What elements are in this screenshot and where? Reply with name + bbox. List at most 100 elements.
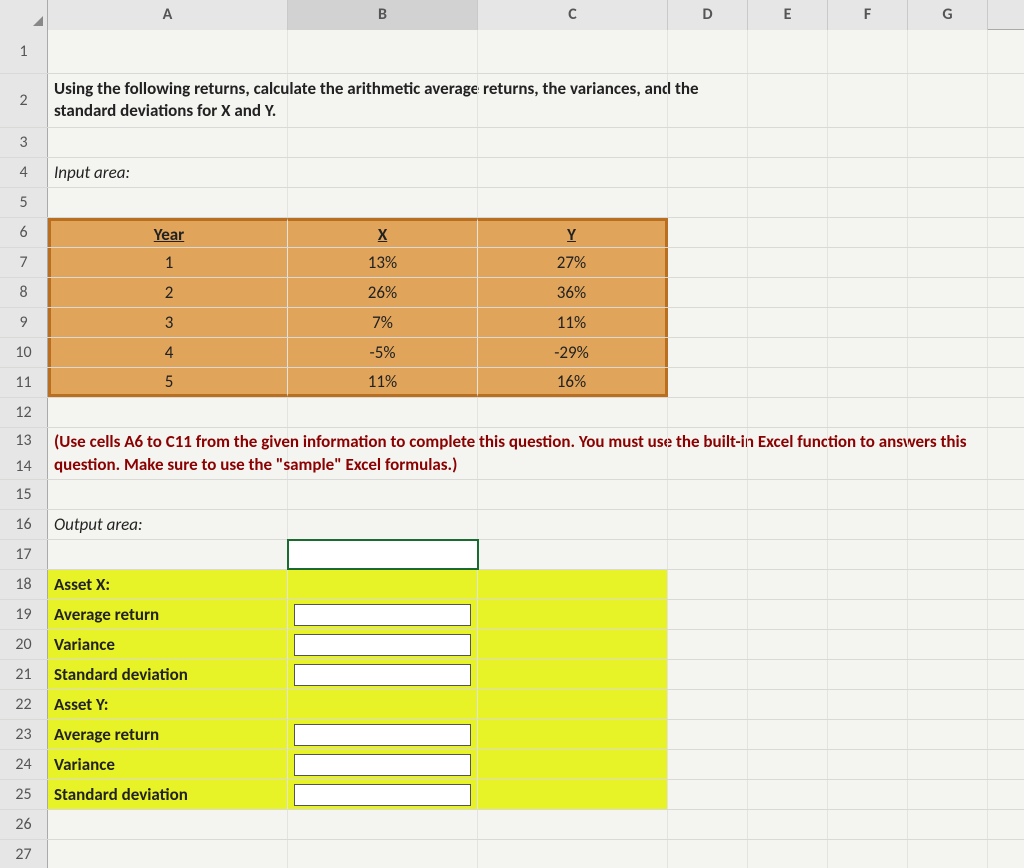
cell-B18[interactable] (288, 570, 478, 599)
cell-D1[interactable] (668, 30, 748, 73)
cell-D7[interactable] (668, 248, 748, 277)
cell-F7[interactable] (828, 248, 908, 277)
input-year-2[interactable]: 2 (48, 278, 288, 307)
row-header-8[interactable]: 8 (0, 278, 48, 307)
cell-E22[interactable] (748, 690, 828, 719)
cell-B17-selected[interactable] (288, 540, 478, 569)
row-header-13-14[interactable]: 13 14 (0, 428, 48, 479)
cell-E12[interactable] (748, 398, 828, 427)
cell-A4-input-area-label[interactable]: Input area: (48, 158, 288, 187)
label-y-avg-return[interactable]: Average return (48, 720, 288, 749)
cell-A15[interactable] (48, 480, 288, 509)
cell-D4[interactable] (668, 158, 748, 187)
input-x-1[interactable]: 13% (288, 248, 478, 277)
cell-B3[interactable] (288, 128, 478, 157)
cell-D20[interactable] (668, 630, 748, 659)
col-header-F[interactable]: F (828, 0, 908, 30)
cell-C16[interactable] (478, 510, 668, 539)
input-y-avg-return[interactable] (288, 720, 478, 749)
cell-B27[interactable] (288, 840, 478, 868)
cell-C21[interactable] (478, 660, 668, 689)
cell-D24[interactable] (668, 750, 748, 779)
cell-E27[interactable] (748, 840, 828, 868)
row-header-26[interactable]: 26 (0, 810, 48, 839)
cell-F12[interactable] (828, 398, 908, 427)
cell-F22[interactable] (828, 690, 908, 719)
cell-E19[interactable] (748, 600, 828, 629)
col-header-E[interactable]: E (748, 0, 828, 30)
row-header-16[interactable]: 16 (0, 510, 48, 539)
input-y-variance[interactable] (288, 750, 478, 779)
cell-G8[interactable] (908, 278, 988, 307)
cell-D18[interactable] (668, 570, 748, 599)
cell-E26[interactable] (748, 810, 828, 839)
cell-E10[interactable] (748, 338, 828, 367)
cell-G24[interactable] (908, 750, 988, 779)
row-header-12[interactable]: 12 (0, 398, 48, 427)
cell-G4[interactable] (908, 158, 988, 187)
cell-G6[interactable] (908, 218, 988, 247)
label-y-variance[interactable]: Variance (48, 750, 288, 779)
cell-B12[interactable] (288, 398, 478, 427)
cell-B26[interactable] (288, 810, 478, 839)
cell-F3[interactable] (828, 128, 908, 157)
cell-C22[interactable] (478, 690, 668, 719)
input-x-5[interactable]: 11% (288, 368, 478, 397)
cell-D22[interactable] (668, 690, 748, 719)
cell-F21[interactable] (828, 660, 908, 689)
input-header-y[interactable]: Y (478, 218, 668, 247)
cell-C24[interactable] (478, 750, 668, 779)
cell-F19[interactable] (828, 600, 908, 629)
input-y-3[interactable]: 11% (478, 308, 668, 337)
blank-input[interactable] (294, 604, 471, 626)
col-header-G[interactable]: G (908, 0, 988, 30)
cell-F25[interactable] (828, 780, 908, 809)
col-header-A[interactable]: A (48, 0, 288, 30)
input-header-year[interactable]: Year (48, 218, 288, 247)
cell-A12[interactable] (48, 398, 288, 427)
input-year-4[interactable]: 4 (48, 338, 288, 367)
cell-E20[interactable] (748, 630, 828, 659)
col-header-D[interactable]: D (668, 0, 748, 30)
cell-D12[interactable] (668, 398, 748, 427)
cell-G13[interactable] (908, 428, 988, 479)
cell-B22[interactable] (288, 690, 478, 719)
cell-G17[interactable] (908, 540, 988, 569)
cell-D9[interactable] (668, 308, 748, 337)
input-x-4[interactable]: -5% (288, 338, 478, 367)
input-year-1[interactable]: 1 (48, 248, 288, 277)
input-x-variance[interactable] (288, 630, 478, 659)
row-header-3[interactable]: 3 (0, 128, 48, 157)
cell-F13[interactable] (828, 428, 908, 479)
cell-E9[interactable] (748, 308, 828, 337)
cell-C25[interactable] (478, 780, 668, 809)
cell-D8[interactable] (668, 278, 748, 307)
cell-G10[interactable] (908, 338, 988, 367)
cell-D2[interactable] (668, 74, 748, 127)
row-header-5[interactable]: 5 (0, 188, 48, 217)
cell-D13[interactable] (668, 428, 748, 479)
cell-G25[interactable] (908, 780, 988, 809)
label-x-avg-return[interactable]: Average return (48, 600, 288, 629)
cell-E1[interactable] (748, 30, 828, 73)
select-all-corner[interactable] (0, 0, 48, 30)
cell-F5[interactable] (828, 188, 908, 217)
cell-D21[interactable] (668, 660, 748, 689)
cell-G15[interactable] (908, 480, 988, 509)
col-header-C[interactable]: C (478, 0, 668, 30)
cell-G18[interactable] (908, 570, 988, 599)
label-asset-x[interactable]: Asset X: (48, 570, 288, 599)
row-header-25[interactable]: 25 (0, 780, 48, 809)
cell-C12[interactable] (478, 398, 668, 427)
cell-E7[interactable] (748, 248, 828, 277)
cell-F9[interactable] (828, 308, 908, 337)
row-header-23[interactable]: 23 (0, 720, 48, 749)
cell-D16[interactable] (668, 510, 748, 539)
cell-G3[interactable] (908, 128, 988, 157)
cell-F8[interactable] (828, 278, 908, 307)
cell-B15[interactable] (288, 480, 478, 509)
label-asset-y[interactable]: Asset Y: (48, 690, 288, 719)
row-header-20[interactable]: 20 (0, 630, 48, 659)
cell-C20[interactable] (478, 630, 668, 659)
blank-input[interactable] (294, 754, 471, 776)
